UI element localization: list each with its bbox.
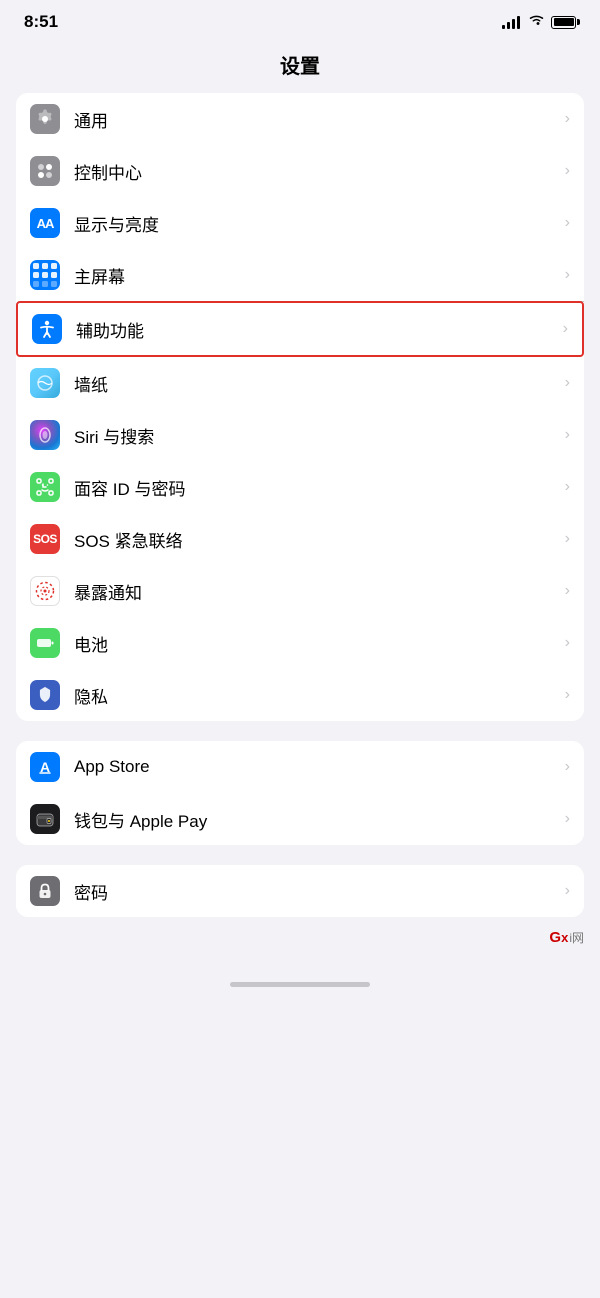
wallpaper-chevron: › (565, 374, 570, 392)
control-center-label: 控制中心 (74, 159, 565, 184)
wallpaper-icon (30, 368, 60, 398)
watermark: G x i网 (549, 929, 584, 946)
display-label: 显示与亮度 (74, 211, 565, 236)
settings-section-2: A App Store › 钱包与 Apple Pay › (16, 741, 584, 845)
settings-item-faceid[interactable]: 面容 ID 与密码 › (16, 461, 584, 513)
settings-item-wallpaper[interactable]: 墙纸 › (16, 357, 584, 409)
battery-label: 电池 (74, 631, 565, 656)
wallpaper-label: 墙纸 (74, 371, 565, 396)
home-screen-icon (30, 260, 60, 290)
settings-item-display[interactable]: AA 显示与亮度 › (16, 197, 584, 249)
general-label: 通用 (74, 107, 565, 132)
wallet-icon (30, 804, 60, 834)
wifi-icon (528, 13, 545, 31)
signal-icon (502, 16, 520, 29)
appstore-icon: A (30, 752, 60, 782)
control-center-chevron: › (565, 162, 570, 180)
settings-section-1: 通用 › 控制中心 › AA 显示与亮度 › (16, 93, 584, 721)
accessibility-chevron: › (563, 320, 568, 338)
accessibility-label: 辅助功能 (76, 317, 563, 342)
exposure-chevron: › (565, 582, 570, 600)
settings-section-3: 密码 › (16, 865, 584, 917)
faceid-chevron: › (565, 478, 570, 496)
status-icons (502, 13, 576, 31)
faceid-label: 面容 ID 与密码 (74, 475, 565, 500)
display-icon: AA (30, 208, 60, 238)
home-screen-chevron: › (565, 266, 570, 284)
exposure-icon (30, 576, 60, 606)
battery-icon (551, 16, 576, 29)
watermark-site: i网 (569, 929, 584, 946)
appstore-chevron: › (565, 758, 570, 776)
settings-item-privacy[interactable]: 隐私 › (16, 669, 584, 721)
siri-chevron: › (565, 426, 570, 444)
sos-label: SOS 紧急联络 (74, 527, 565, 552)
battery-chevron: › (565, 634, 570, 652)
exposure-label: 暴露通知 (74, 579, 565, 604)
settings-item-home-screen[interactable]: 主屏幕 › (16, 249, 584, 301)
privacy-chevron: › (565, 686, 570, 704)
status-time: 8:51 (24, 12, 58, 32)
home-screen-label: 主屏幕 (74, 263, 565, 288)
accessibility-icon (32, 314, 62, 344)
privacy-label: 隐私 (74, 683, 565, 708)
siri-label: Siri 与搜索 (74, 423, 565, 448)
gear-icon (30, 104, 60, 134)
settings-item-control-center[interactable]: 控制中心 › (16, 145, 584, 197)
battery-settings-icon (30, 628, 60, 658)
settings-item-sos[interactable]: SOS SOS 紧急联络 › (16, 513, 584, 565)
settings-item-appstore[interactable]: A App Store › (16, 741, 584, 793)
faceid-icon (30, 472, 60, 502)
settings-item-general[interactable]: 通用 › (16, 93, 584, 145)
display-chevron: › (565, 214, 570, 232)
sos-icon: SOS (30, 524, 60, 554)
settings-item-exposure[interactable]: 暴露通知 › (16, 565, 584, 617)
wallet-chevron: › (565, 810, 570, 828)
watermark-g: G (549, 929, 561, 946)
siri-icon (30, 420, 60, 450)
settings-item-wallet[interactable]: 钱包与 Apple Pay › (16, 793, 584, 845)
sos-chevron: › (565, 530, 570, 548)
settings-item-password[interactable]: 密码 › (16, 865, 584, 917)
password-chevron: › (565, 882, 570, 900)
home-indicator (230, 982, 370, 987)
wallet-label: 钱包与 Apple Pay (74, 807, 565, 832)
status-bar: 8:51 (0, 0, 600, 40)
watermark-x: x (561, 930, 568, 945)
settings-item-battery[interactable]: 电池 › (16, 617, 584, 669)
page-title: 设置 (0, 40, 600, 93)
control-center-icon (30, 156, 60, 186)
appstore-label: App Store (74, 757, 565, 777)
settings-item-accessibility[interactable]: 辅助功能 › (16, 301, 584, 357)
general-chevron: › (565, 110, 570, 128)
settings-item-siri[interactable]: Siri 与搜索 › (16, 409, 584, 461)
privacy-icon (30, 680, 60, 710)
password-label: 密码 (74, 879, 565, 904)
password-icon (30, 876, 60, 906)
